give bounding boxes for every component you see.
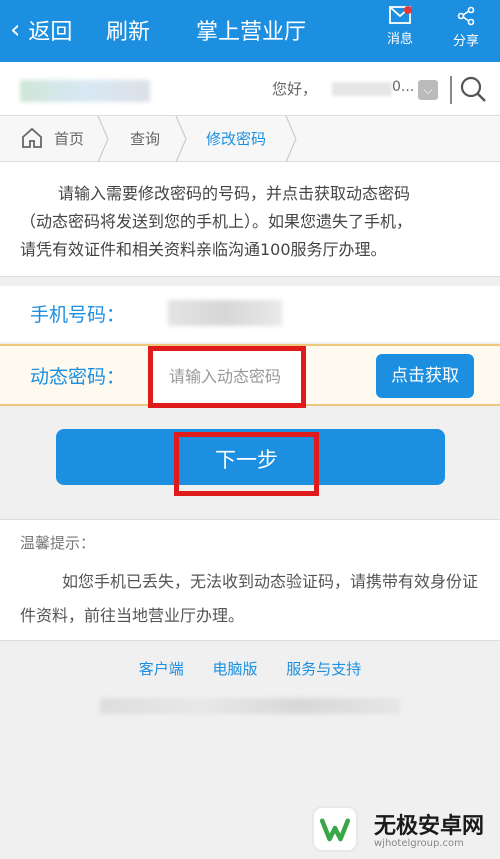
messages-button[interactable]: 消息 (380, 6, 420, 47)
instructions: 请输入需要修改密码的号码，并点击获取动态密码 （动态密码将发送到您的手机上）。如… (0, 162, 500, 277)
breadcrumb-separator-icon (285, 116, 297, 162)
breadcrumb-current: 修改密码 (206, 130, 267, 148)
divider (450, 76, 452, 104)
phone-number-redacted (168, 300, 282, 326)
breadcrumb-home[interactable]: 首页 (54, 128, 84, 149)
get-code-button[interactable]: 点击获取 (376, 354, 474, 398)
logo-redacted (20, 80, 150, 102)
share-button[interactable]: 分享 (446, 6, 486, 49)
footer-link-client[interactable]: 客户端 (139, 660, 184, 678)
footer-copyright-redacted (100, 698, 400, 714)
dynamic-code-input[interactable]: 请输入动态密码 (148, 346, 306, 408)
tips-heading: 温馨提示： (20, 534, 96, 552)
top-nav-bar: ‹ 返回 刷新 掌上营业厅 消息 分享 (0, 0, 500, 62)
back-label: 返回 (28, 20, 73, 45)
footer-link-pc[interactable]: 电脑版 (212, 660, 257, 678)
home-icon[interactable] (20, 126, 44, 150)
instructions-line-3: 请凭有效证件和相关资料亲临沟通100服务厅办理。 (20, 240, 387, 259)
instructions-line-1: 请输入需要修改密码的号码，并点击获取动态密码 (58, 184, 411, 203)
account-dropdown-icon[interactable]: ⌵ (418, 80, 438, 100)
messages-label: 消息 (386, 32, 413, 47)
breadcrumb-separator-icon (97, 116, 109, 162)
user-bar: 您好， 0... ⌵ (0, 62, 500, 116)
tips-panel: 温馨提示： 如您手机已丢失，无法收到动态验证码，请携带有效身份证件资料，前往当地… (0, 519, 500, 641)
tips-body: 如您手机已丢失，无法收到动态验证码，请携带有效身份证件资料，前往当地营业厅办理。 (20, 572, 479, 625)
instructions-line-2: （动态密码将发送到您的手机上）。如果您遗失了手机， (20, 212, 413, 231)
breadcrumb-separator-icon (175, 116, 187, 162)
share-icon (457, 6, 475, 26)
greeting-text: 您好， (272, 80, 318, 98)
phone-number-row: 手机号码： (0, 286, 500, 342)
search-icon[interactable] (458, 74, 488, 104)
share-label: 分享 (452, 34, 479, 49)
page-title: 掌上营业厅 (196, 20, 307, 45)
refresh-button[interactable]: 刷新 (106, 14, 150, 46)
breadcrumb: 首页 查询 修改密码 (0, 116, 500, 162)
watermark-logo-icon (312, 806, 358, 852)
watermark: 无极安卓网 wjhotelgroup.com (300, 800, 500, 859)
username-redacted (332, 82, 392, 96)
back-button[interactable]: ‹ 返回 (10, 14, 72, 46)
chevron-left-icon: ‹ (10, 15, 21, 45)
watermark-url: wjhotelgroup.com (374, 838, 464, 849)
dynamic-code-label: 动态密码： (30, 366, 126, 388)
unread-dot (404, 6, 412, 14)
footer-link-support[interactable]: 服务与支持 (286, 660, 361, 678)
phone-number-label: 手机号码： (30, 304, 126, 326)
greeting-tail: 0... (392, 79, 415, 95)
next-button[interactable]: 下一步 (174, 432, 319, 496)
breadcrumb-query[interactable]: 查询 (130, 128, 160, 149)
dynamic-code-row: 动态密码： 请输入动态密码 点击获取 (0, 344, 500, 408)
watermark-name: 无极安卓网 (374, 814, 485, 839)
footer-links: 客户端 电脑版 服务与支持 (0, 658, 500, 679)
